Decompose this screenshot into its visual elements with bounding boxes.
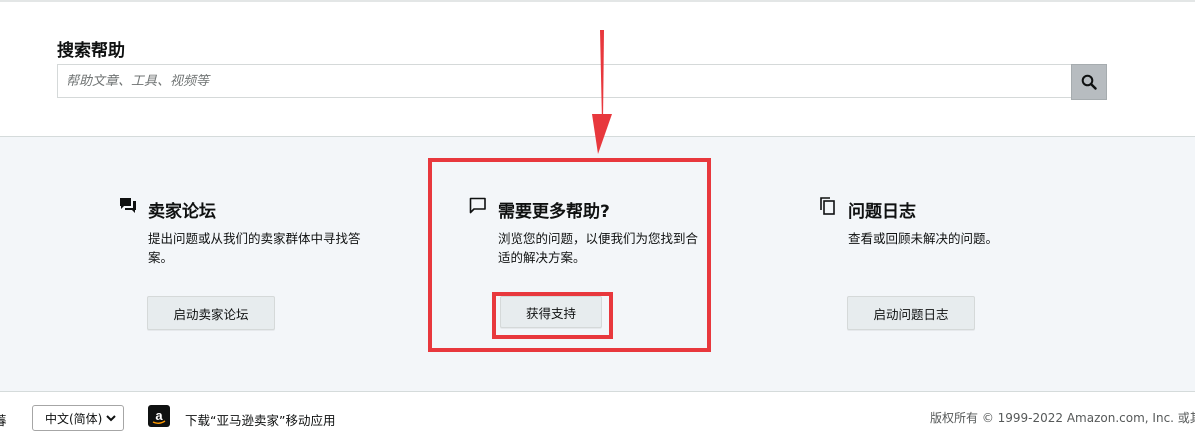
chat-bubble-icon <box>469 197 486 214</box>
get-help-card: 需要更多帮助? 浏览您的问题，以便我们为您找到合适的解决方案。 获得支持 <box>400 137 800 391</box>
svg-text:a: a <box>155 408 163 423</box>
amazon-app-icon[interactable]: a <box>148 405 170 427</box>
download-app-link[interactable]: 下载“亚马逊卖家”移动应用 <box>185 410 335 429</box>
help-options-panel: 卖家论坛 提出问题或从我们的卖家群体中寻找答案。 启动卖家论坛 需要更多帮助? … <box>0 137 1195 392</box>
launch-forum-button[interactable]: 启动卖家论坛 <box>147 296 275 330</box>
copyright-text: 版权所有 © 1999-2022 Amazon.com, Inc. 或其 <box>930 411 1195 425</box>
search-icon <box>1081 74 1097 90</box>
case-log-card: 问题日志 查看或回顾未解决的问题。 启动问题日志 <box>800 137 1195 391</box>
card-description: 提出问题或从我们的卖家群体中寻找答案。 <box>148 231 361 265</box>
search-title: 搜索帮助 <box>57 41 125 61</box>
card-title: 问题日志 <box>848 202 916 222</box>
chevron-down-icon <box>106 415 116 422</box>
footer-fragment: 萶 <box>0 413 7 428</box>
card-description: 查看或回顾未解决的问题。 <box>848 231 999 246</box>
search-button[interactable] <box>1071 64 1107 100</box>
search-input[interactable] <box>57 64 1071 98</box>
card-title: 卖家论坛 <box>148 202 216 222</box>
card-description: 浏览您的问题，以便我们为您找到合适的解决方案。 <box>498 231 699 265</box>
language-select[interactable]: 中文(简体) <box>32 405 124 431</box>
forum-icon <box>120 198 136 213</box>
seller-forum-card: 卖家论坛 提出问题或从我们的卖家群体中寻找答案。 启动卖家论坛 <box>0 137 400 391</box>
launch-case-log-button[interactable]: 启动问题日志 <box>847 296 975 330</box>
copy-icon <box>820 197 835 215</box>
amazon-logo-icon: a <box>152 408 166 424</box>
language-value: 中文(简体) <box>45 411 103 426</box>
get-support-button[interactable]: 获得支持 <box>500 296 602 328</box>
annotation-arrow <box>592 30 612 154</box>
card-title: 需要更多帮助? <box>498 202 610 222</box>
